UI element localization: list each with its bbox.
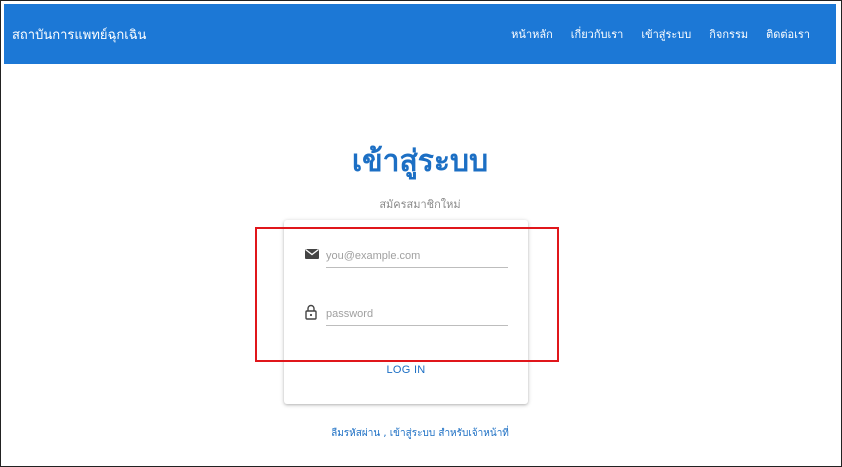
nav-link-contact[interactable]: ติดต่อเรา: [766, 25, 810, 43]
staff-login-link[interactable]: เข้าสู่ระบบ สำหรับเจ้าหน้าที่: [390, 428, 509, 439]
lock-icon: [304, 304, 320, 320]
password-field-group: [298, 300, 510, 332]
nav-link-about[interactable]: เกี่ยวกับเรา: [571, 25, 624, 43]
email-field-group: [298, 242, 510, 274]
forgot-password-link[interactable]: ลืมรหัสผ่าน: [331, 428, 380, 439]
envelope-icon: [304, 246, 320, 262]
login-button[interactable]: LOG IN: [284, 364, 528, 376]
nav-link-home[interactable]: หน้าหลัก: [511, 25, 553, 43]
main-content: เข้าสู่ระบบ สมัครสมาชิกใหม่ LOG IN: [4, 64, 836, 464]
top-navbar: สถาบันการแพทย์ฉุกเฉิน หน้าหลัก เกี่ยวกับ…: [4, 4, 836, 64]
footer-separator: ,: [383, 428, 387, 439]
footer-links: ลืมรหัสผ่าน , เข้าสู่ระบบ สำหรับเจ้าหน้า…: [4, 426, 836, 441]
nav-link-activities[interactable]: กิจกรรม: [709, 25, 748, 43]
nav-link-login[interactable]: เข้าสู่ระบบ: [641, 25, 691, 43]
password-input[interactable]: [326, 302, 508, 326]
page-title: เข้าสู่ระบบ: [351, 144, 489, 179]
signup-link[interactable]: สมัครสมาชิกใหม่: [4, 195, 836, 213]
brand-name[interactable]: สถาบันการแพทย์ฉุกเฉิน: [12, 24, 146, 45]
email-input[interactable]: [326, 244, 508, 268]
nav-links: หน้าหลัก เกี่ยวกับเรา เข้าสู่ระบบ กิจกรร…: [511, 25, 810, 43]
login-card: LOG IN: [284, 220, 528, 404]
